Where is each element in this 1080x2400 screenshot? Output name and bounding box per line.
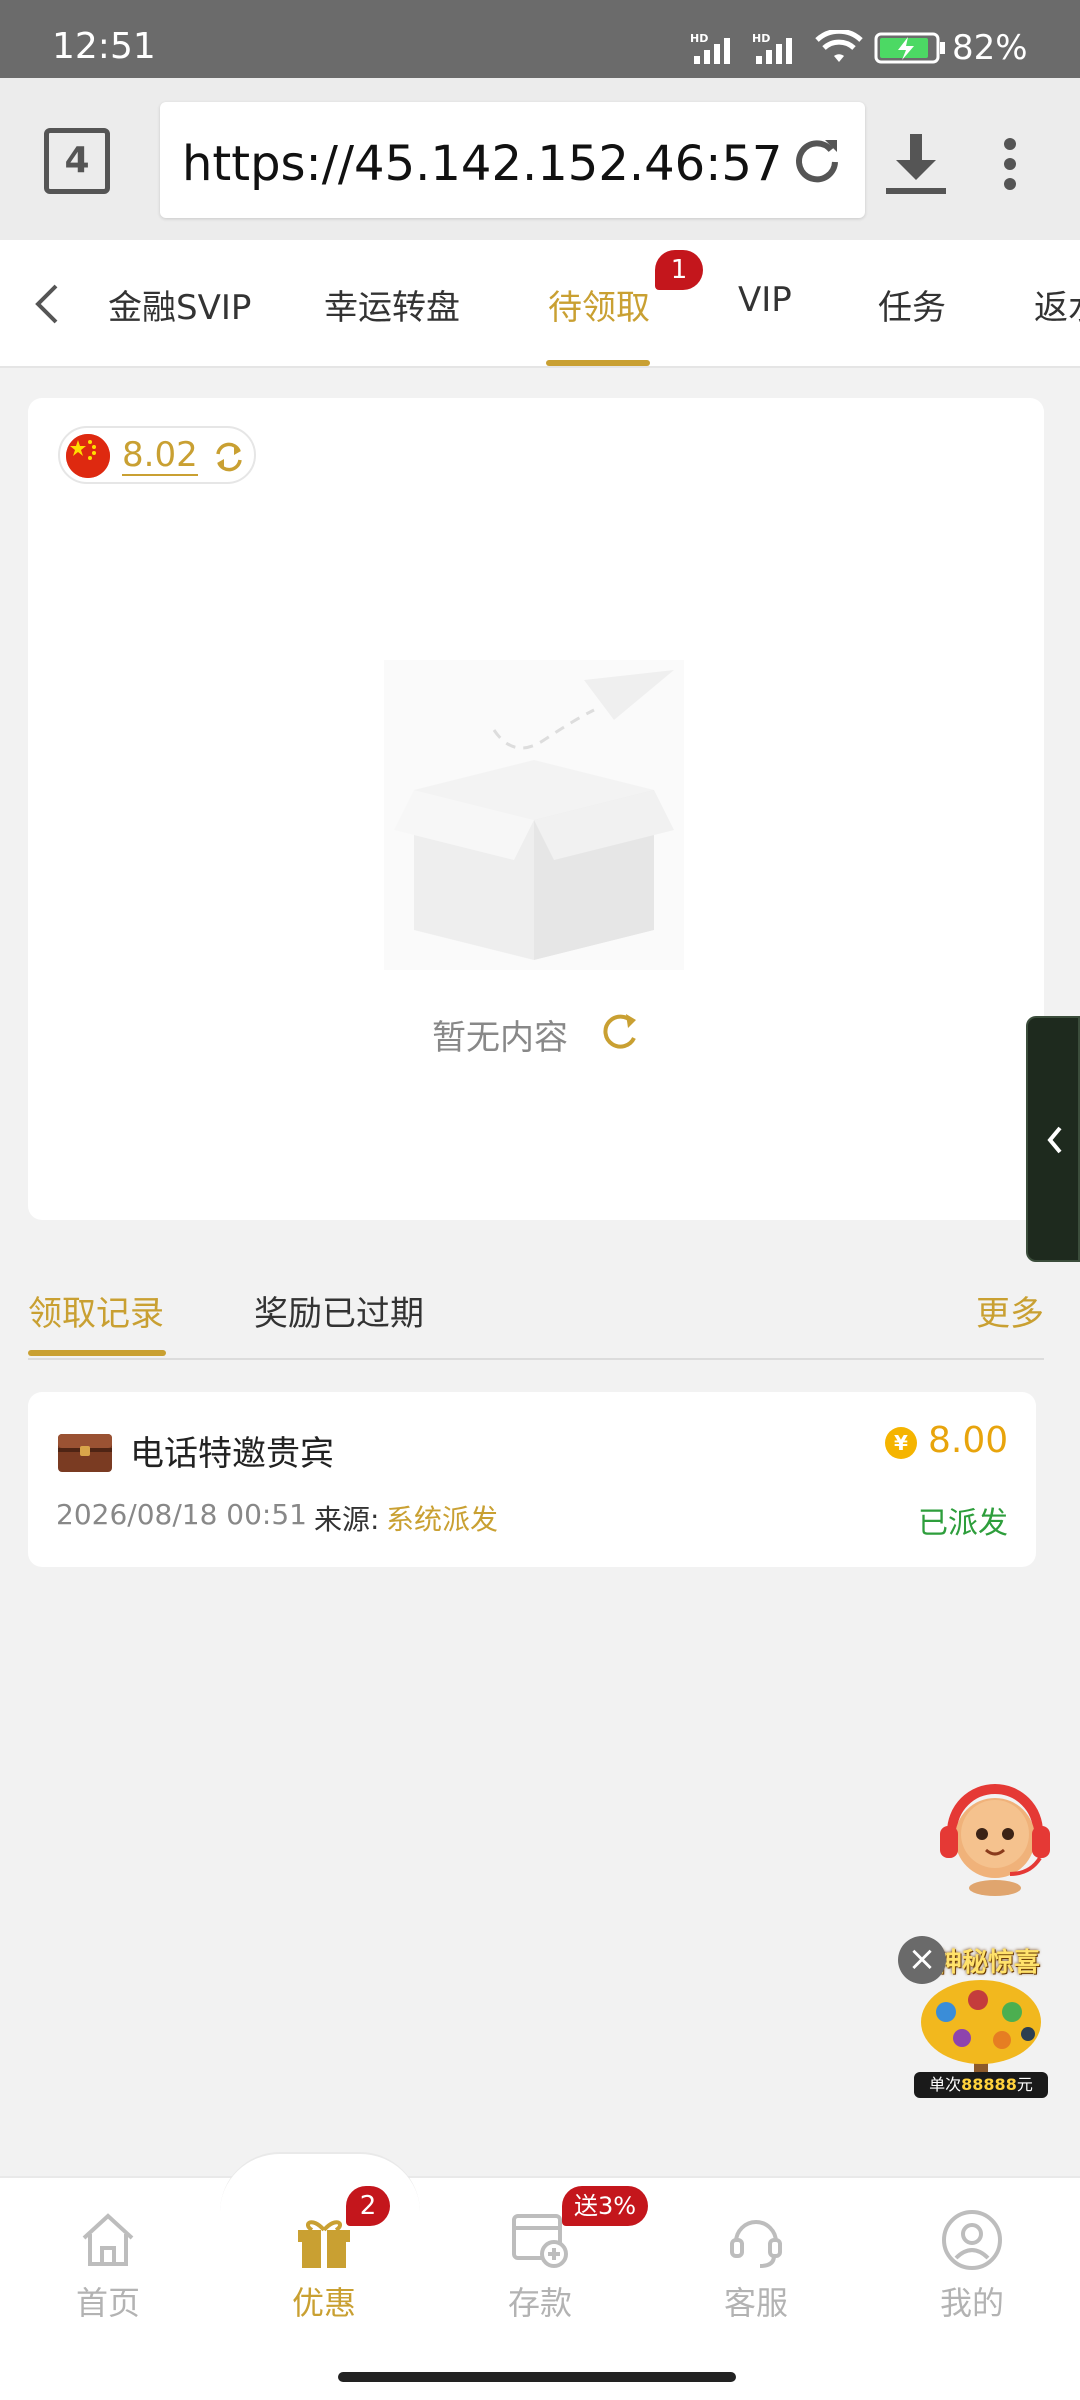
money-tree-icon xyxy=(921,1980,1041,2072)
promotions-badge: 2 xyxy=(346,2186,390,2226)
headset-icon xyxy=(730,2220,782,2268)
active-tab-indicator xyxy=(546,360,650,366)
status-badge: 已派发 xyxy=(918,1506,1008,1541)
cellular-signal-2-icon: HD xyxy=(752,32,792,64)
nav-promotions[interactable]: 优惠 xyxy=(244,2208,404,2328)
nav-profile-label: 我的 xyxy=(939,2284,1004,2322)
empty-box-illustration xyxy=(384,660,684,970)
bottom-navigation: 首页 优惠 2 存款 送3% 客服 我的 xyxy=(0,2152,1080,2400)
refresh-balance-icon[interactable] xyxy=(212,440,246,474)
china-flag-icon xyxy=(66,434,110,478)
nav-support-label: 客服 xyxy=(723,2284,788,2322)
tab-switcher-button[interactable]: 4 xyxy=(44,128,110,194)
coin-icon: ¥ xyxy=(885,1427,917,1459)
promo-tab-bar: 金融SVIP 幸运转盘 待领取 1 VIP 任务 返水 xyxy=(0,240,1080,368)
chevron-left-small-icon xyxy=(1047,1126,1062,1154)
tab-expired-rewards[interactable]: 奖励已过期 xyxy=(254,1286,424,1335)
tab-lucky-wheel[interactable]: 幸运转盘 xyxy=(324,280,460,329)
record-time: 2026/08/18 00:51 xyxy=(56,1498,307,1531)
reload-list-icon[interactable] xyxy=(598,1010,642,1054)
nav-home[interactable]: 首页 xyxy=(28,2208,188,2328)
tab-vip[interactable]: VIP xyxy=(738,280,792,320)
svg-text:¥: ¥ xyxy=(894,1431,908,1455)
record-source-label: 来源: xyxy=(314,1503,380,1536)
side-drawer-handle[interactable] xyxy=(1026,1016,1080,1262)
svg-text:HD: HD xyxy=(690,32,708,45)
record-tabs: 领取记录 奖励已过期 更多 xyxy=(28,1278,1044,1360)
download-icon[interactable] xyxy=(880,126,952,198)
battery-icon xyxy=(874,32,945,64)
list-item[interactable]: 电话特邀贵宾 ¥ 8.00 2026/08/18 00:51 来源: 系统派发 … xyxy=(28,1392,1036,1567)
address-bar[interactable]: https://45.142.152.46:5731 xyxy=(160,102,865,218)
more-link[interactable]: 更多 xyxy=(976,1286,1044,1335)
cellular-signal-icon: HD xyxy=(690,32,730,64)
reload-icon[interactable] xyxy=(789,132,845,188)
tab-claim-records[interactable]: 领取记录 xyxy=(28,1286,164,1335)
tab-rebate[interactable]: 返水 xyxy=(1034,280,1080,329)
battery-percent: 82% xyxy=(952,28,1028,68)
promo-title: 神秘惊喜 xyxy=(936,1948,1041,1978)
record-source: 系统派发 xyxy=(386,1503,499,1536)
mystery-surprise-promo[interactable]: 神秘惊喜 单次88888元 × xyxy=(898,1936,1048,2098)
tab-svip[interactable]: 金融SVIP xyxy=(108,280,251,329)
pending-rewards-card: 8.02 暂无内容 xyxy=(28,398,1044,1220)
more-menu-icon[interactable] xyxy=(990,136,1030,192)
nav-profile[interactable]: 我的 xyxy=(892,2208,1052,2328)
deposit-bonus-badge: 送3% xyxy=(562,2186,648,2226)
url-text[interactable]: https://45.142.152.46:5731 xyxy=(182,136,782,192)
nav-home-label: 首页 xyxy=(75,2284,140,2322)
browser-toolbar: 4 https://45.142.152.46:5731 xyxy=(0,78,1080,240)
empty-state-text: 暂无内容 xyxy=(432,1018,568,1058)
promo-tag: 单次88888元 xyxy=(914,2072,1048,2098)
user-icon xyxy=(942,2210,1002,2270)
status-bar: 12:51 HD HD 82% xyxy=(0,0,1080,78)
nav-deposit[interactable]: 存款 xyxy=(460,2208,620,2328)
nav-bump-decoration xyxy=(220,2152,420,2212)
nav-support[interactable]: 客服 xyxy=(676,2208,836,2328)
record-tab-indicator xyxy=(28,1350,166,1356)
treasure-chest-icon xyxy=(58,1434,112,1472)
status-time: 12:51 xyxy=(52,26,156,67)
home-icon xyxy=(82,2213,134,2266)
pending-badge: 1 xyxy=(655,250,703,290)
tab-pending[interactable]: 待领取 xyxy=(548,280,650,329)
record-amount: 8.00 xyxy=(928,1420,1009,1461)
customer-service-float-icon[interactable] xyxy=(930,1770,1060,1900)
nav-deposit-label: 存款 xyxy=(507,2284,572,2322)
wifi-icon xyxy=(815,30,863,62)
record-title: 电话特邀贵宾 xyxy=(130,1434,334,1474)
nav-promotions-label: 优惠 xyxy=(291,2284,356,2322)
tab-tasks[interactable]: 任务 xyxy=(878,280,946,329)
close-promo-button[interactable]: × xyxy=(898,1936,946,1984)
svg-text:HD: HD xyxy=(752,32,770,45)
balance-amount: 8.02 xyxy=(122,435,198,476)
balance-chip: 8.02 xyxy=(58,426,256,484)
home-indicator[interactable] xyxy=(338,2372,736,2382)
chevron-left-icon[interactable] xyxy=(28,282,68,326)
